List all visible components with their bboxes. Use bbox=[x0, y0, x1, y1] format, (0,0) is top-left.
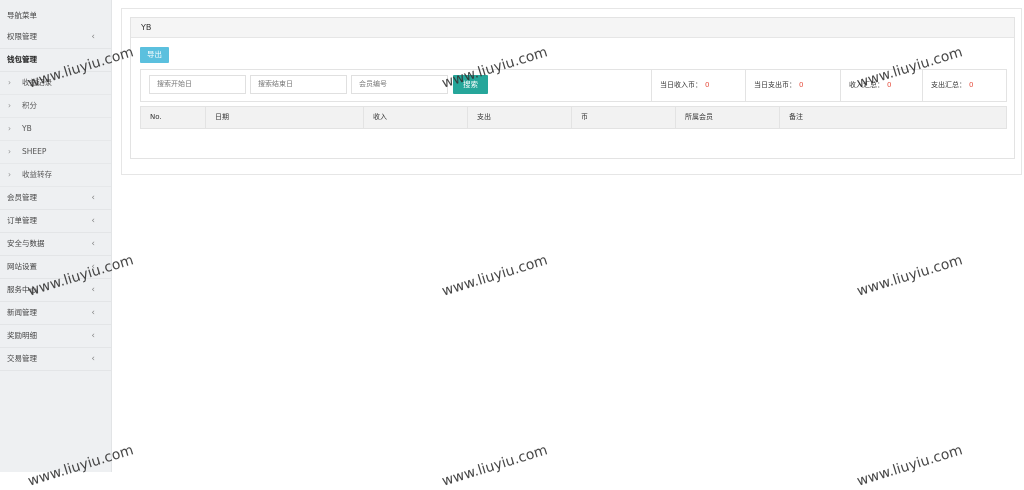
watermark: www.liuyiu.com bbox=[440, 442, 550, 490]
chevron-left-icon: ‹ bbox=[91, 354, 95, 364]
column-header[interactable]: 币 bbox=[572, 107, 676, 128]
chevron-left-icon: ‹ bbox=[91, 193, 95, 203]
sidebar-subitem-points[interactable]: › 积分 bbox=[0, 95, 111, 118]
sidebar-item-rewards[interactable]: 奖励明细 ‹ bbox=[0, 325, 111, 348]
column-header[interactable]: 日期 bbox=[206, 107, 364, 128]
chevron-right-icon: › bbox=[8, 101, 11, 110]
stat-value: 0 bbox=[799, 81, 804, 89]
stat-value: 0 bbox=[705, 81, 710, 89]
sidebar-item-label: SHEEP bbox=[22, 147, 47, 156]
member-id-input[interactable] bbox=[351, 75, 448, 94]
stat-daily-income: 当日收入币： 0 bbox=[651, 70, 754, 101]
chevron-left-icon: ‹ bbox=[91, 239, 95, 249]
chevron-left-icon: ‹ bbox=[91, 285, 95, 295]
column-header[interactable]: 支出 bbox=[468, 107, 572, 128]
stat-label: 当日支出币： bbox=[754, 81, 796, 89]
column-header[interactable]: 备注 bbox=[780, 107, 1006, 128]
end-date-input[interactable] bbox=[250, 75, 347, 94]
sidebar-item-members[interactable]: 会员管理 ‹ bbox=[0, 187, 111, 210]
column-header[interactable]: No. bbox=[141, 107, 206, 128]
panel-title: YB bbox=[131, 18, 1014, 38]
chevron-right-icon: › bbox=[8, 147, 11, 156]
sidebar-item-news[interactable]: 新闻管理 ‹ bbox=[0, 302, 111, 325]
sidebar-item-label: 奖励明细 bbox=[7, 331, 37, 340]
sidebar-item-trading[interactable]: 交易管理 ‹ bbox=[0, 348, 111, 371]
yb-panel: YB 导出 搜索 当日收入币：0 当日支出币：0 收入汇总：0 支出汇总：0 N… bbox=[130, 17, 1015, 159]
sidebar-subitem-income-transfer[interactable]: › 收益转存 bbox=[0, 164, 111, 187]
sidebar-item-label: 收益转存 bbox=[22, 170, 52, 179]
sidebar-item-label: 新闻管理 bbox=[7, 308, 37, 317]
sidebar-item-label: 网站设置 bbox=[7, 262, 37, 271]
watermark: www.liuyiu.com bbox=[440, 252, 550, 300]
content-wrapper: YB 导出 搜索 当日收入币：0 当日支出币：0 收入汇总：0 支出汇总：0 N… bbox=[121, 8, 1022, 175]
stat-expense-total: 支出汇总： 0 bbox=[922, 70, 1007, 101]
sidebar-item-security[interactable]: 安全与数据 ‹ bbox=[0, 233, 111, 256]
sidebar-item-permissions[interactable]: 权限管理 ‹ bbox=[0, 26, 111, 49]
chevron-right-icon: › bbox=[8, 78, 11, 87]
chevron-left-icon: ‹ bbox=[91, 32, 95, 42]
sidebar-item-label: 交易管理 bbox=[7, 354, 37, 363]
sidebar-item-label: 会员管理 bbox=[7, 193, 37, 202]
watermark: www.liuyiu.com bbox=[855, 252, 965, 300]
sidebar-item-label: 安全与数据 bbox=[7, 239, 45, 248]
chevron-left-icon: ‹ bbox=[91, 331, 95, 341]
sidebar-item-orders[interactable]: 订单管理 ‹ bbox=[0, 210, 111, 233]
sidebar-item-label: 积分 bbox=[22, 101, 37, 110]
chevron-left-icon: ‹ bbox=[91, 216, 95, 226]
sidebar-item-label: YB bbox=[22, 124, 32, 133]
stat-daily-expense: 当日支出币： 0 bbox=[745, 70, 849, 101]
watermark: www.liuyiu.com bbox=[855, 442, 965, 490]
sidebar-item-label: 钱包管理 bbox=[7, 55, 37, 64]
export-button[interactable]: 导出 bbox=[140, 47, 169, 63]
sidebar-subitem-yb[interactable]: › YB bbox=[0, 118, 111, 141]
sidebar-item-label: 权限管理 bbox=[7, 32, 37, 41]
stat-label: 当日收入币： bbox=[660, 81, 702, 89]
sidebar-item-label: 订单管理 bbox=[7, 216, 37, 225]
stat-label: 支出汇总： bbox=[931, 81, 966, 89]
chevron-right-icon: › bbox=[8, 124, 11, 133]
start-date-input[interactable] bbox=[149, 75, 246, 94]
chevron-left-icon: ‹ bbox=[91, 308, 95, 318]
records-table-header: No. 日期 收入 支出 币 所属会员 备注 bbox=[140, 106, 1007, 129]
column-header[interactable]: 收入 bbox=[364, 107, 468, 128]
chevron-right-icon: › bbox=[8, 170, 11, 179]
stat-value: 0 bbox=[969, 81, 974, 89]
sidebar-subitem-sheep[interactable]: › SHEEP bbox=[0, 141, 111, 164]
column-header[interactable]: 所属会员 bbox=[676, 107, 780, 128]
sidebar-title: 导航菜单 bbox=[7, 11, 37, 20]
